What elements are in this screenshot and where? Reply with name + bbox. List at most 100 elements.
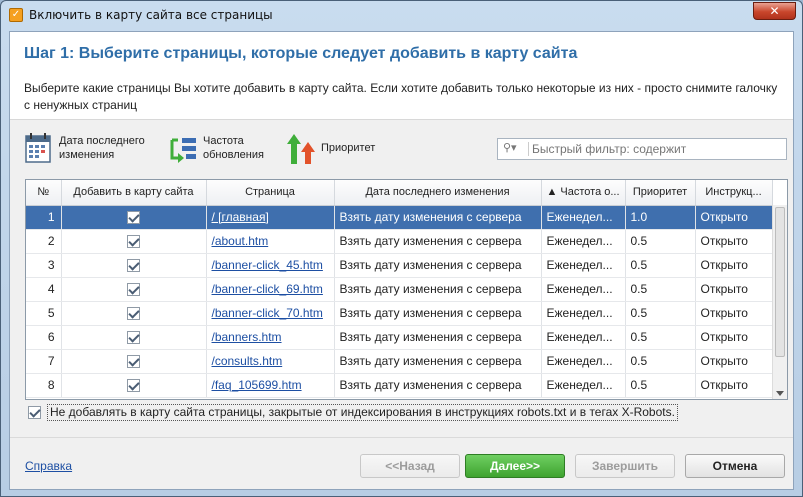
row-page-link[interactable]: /faq_105699.htm [206,373,335,398]
column-page[interactable]: Страница [206,180,335,206]
step-description: Выберите какие страницы Вы хотите добави… [24,81,778,112]
row-include-checkbox[interactable] [61,277,207,302]
page-link[interactable]: /banner-click_70.htm [212,306,323,320]
row-page-link[interactable]: /consults.htm [206,349,335,374]
row-robots-status: Открыто [695,301,773,326]
back-button[interactable]: <<Назад [360,454,460,478]
wizard-header: Шаг 1: Выберите страницы, которые следуе… [10,32,793,120]
table-scrollbar[interactable] [772,205,787,399]
table-row[interactable]: 2 /about.htm Взять дату изменения с серв… [26,229,773,254]
priority-arrows-icon [286,132,316,164]
table-row[interactable]: 1 / [главная] Взять дату изменения с сер… [26,205,773,230]
robots-exclude-option[interactable]: Не добавлять в карту сайта страницы, зак… [28,403,678,421]
row-last-modified: Взять дату изменения с сервера [334,349,542,374]
column-robots-instructions[interactable]: Инструкц... [695,180,773,206]
row-priority: 0.5 [625,229,696,254]
change-frequency-tool[interactable]: Частота обновления [168,132,264,164]
filter-separator [528,142,529,156]
row-robots-status: Открыто [695,349,773,374]
row-change-frequency: Еженедел... [541,349,626,374]
row-number: 8 [26,373,62,398]
row-number: 6 [26,325,62,350]
quick-filter[interactable]: ⚲▾ [497,138,787,160]
row-last-modified: Взять дату изменения с сервера [334,253,542,278]
table-row[interactable]: 6 /banners.htm Взять дату изменения с се… [26,325,773,350]
row-priority: 0.5 [625,373,696,398]
row-robots-status: Открыто [695,325,773,350]
row-number: 5 [26,301,62,326]
column-last-modified[interactable]: Дата последнего изменения [334,180,542,206]
row-priority: 0.5 [625,325,696,350]
frequency-icon [168,132,198,164]
page-link[interactable]: /banner-click_45.htm [212,258,323,272]
row-include-checkbox[interactable] [61,205,207,230]
row-include-checkbox[interactable] [61,373,207,398]
last-modified-label: Дата последнего изменения [59,135,145,161]
column-change-frequency[interactable]: ▲ Частота о... [541,180,626,206]
page-link[interactable]: /about.htm [212,234,269,248]
finish-button[interactable]: Завершить [575,454,675,478]
row-include-checkbox[interactable] [61,349,207,374]
calendar-icon [24,132,54,164]
row-number: 1 [26,205,62,230]
help-link[interactable]: Справка [25,459,72,473]
checkbox-checked-icon[interactable] [127,331,140,345]
dialog-body: Шаг 1: Выберите страницы, которые следуе… [9,31,794,490]
cancel-button[interactable]: Отмена [685,454,785,478]
row-last-modified: Взять дату изменения с сервера [334,277,542,302]
scrollbar-thumb[interactable] [775,207,785,357]
row-include-checkbox[interactable] [61,253,207,278]
page-link[interactable]: /banners.htm [212,330,282,344]
row-priority: 0.5 [625,277,696,302]
table-row[interactable]: 5 /banner-click_70.htm Взять дату измене… [26,301,773,326]
row-last-modified: Взять дату изменения с сервера [334,205,542,230]
row-priority: 0.5 [625,301,696,326]
row-include-checkbox[interactable] [61,301,207,326]
checkbox-checked-icon[interactable] [127,259,140,273]
row-page-link[interactable]: /banner-click_70.htm [206,301,335,326]
priority-tool[interactable]: Приоритет [286,132,375,164]
row-change-frequency: Еженедел... [541,277,626,302]
row-priority: 0.5 [625,349,696,374]
row-robots-status: Открыто [695,277,773,302]
checkbox-checked-icon[interactable] [127,307,140,321]
row-page-link[interactable]: /about.htm [206,229,335,254]
checkbox-checked-icon[interactable] [127,283,140,297]
row-page-link[interactable]: /banners.htm [206,325,335,350]
change-frequency-label: Частота обновления [203,135,264,161]
robots-exclude-label[interactable]: Не добавлять в карту сайта страницы, зак… [47,403,678,421]
row-page-link[interactable]: / [главная] [206,205,335,230]
row-number: 2 [26,229,62,254]
footer-divider [10,437,793,438]
page-link[interactable]: /faq_105699.htm [212,378,302,392]
row-page-link[interactable]: /banner-click_69.htm [206,277,335,302]
row-number: 4 [26,277,62,302]
page-link[interactable]: /consults.htm [212,354,283,368]
table-row[interactable]: 8 /faq_105699.htm Взять дату изменения с… [26,373,773,398]
table-row[interactable]: 4 /banner-click_69.htm Взять дату измене… [26,277,773,302]
row-last-modified: Взять дату изменения с сервера [334,301,542,326]
close-button[interactable]: ✕ [753,2,796,20]
table-row[interactable]: 3 /banner-click_45.htm Взять дату измене… [26,253,773,278]
app-icon: ✓ [9,8,23,22]
quick-filter-input[interactable] [532,141,782,157]
page-link[interactable]: / [главная] [212,210,269,224]
column-add-to-sitemap[interactable]: Добавить в карту сайта [61,180,207,206]
checkbox-checked-icon[interactable] [127,379,140,393]
title-bar: ✓ Включить в карту сайта все страницы ✕ [1,1,802,29]
robots-exclude-checkbox[interactable] [28,405,41,419]
checkbox-checked-icon[interactable] [127,211,140,225]
last-modified-tool[interactable]: Дата последнего изменения [24,132,145,164]
row-include-checkbox[interactable] [61,229,207,254]
row-include-checkbox[interactable] [61,325,207,350]
row-page-link[interactable]: /banner-click_45.htm [206,253,335,278]
page-link[interactable]: /banner-click_69.htm [212,282,323,296]
column-priority[interactable]: Приоритет [625,180,696,206]
next-button[interactable]: Далее>> [465,454,565,478]
checkbox-checked-icon[interactable] [127,235,140,249]
row-change-frequency: Еженедел... [541,229,626,254]
table-row[interactable]: 7 /consults.htm Взять дату изменения с с… [26,349,773,374]
scroll-down-icon[interactable] [776,391,784,396]
checkbox-checked-icon[interactable] [127,355,140,369]
column-number[interactable]: № [26,180,62,206]
